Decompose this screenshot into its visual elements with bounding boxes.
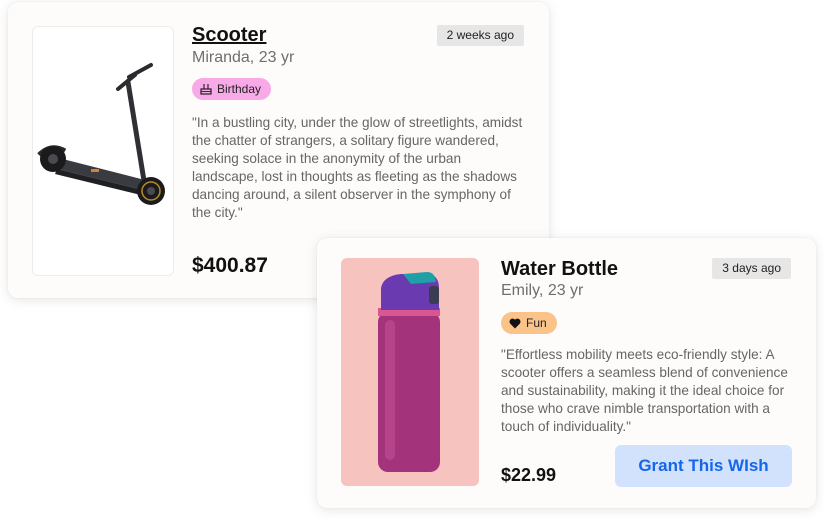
- posted-time-badge: 2 weeks ago: [436, 25, 524, 46]
- grant-wish-button[interactable]: Grant This WIsh: [615, 445, 792, 487]
- wish-card-water-bottle[interactable]: Water Bottle Emily, 23 yr 3 days ago Fun…: [317, 238, 816, 508]
- cake-icon: [200, 83, 212, 95]
- wish-title[interactable]: Scooter: [192, 24, 266, 47]
- wish-price: $400.87: [192, 254, 268, 277]
- recipient-info: Miranda, 23 yr: [192, 49, 295, 66]
- product-image-water-bottle: [341, 258, 479, 486]
- occasion-tag: Birthday: [192, 78, 272, 100]
- wish-title[interactable]: Water Bottle: [501, 258, 618, 281]
- product-image-scooter: [32, 26, 174, 276]
- wish-description: "Effortless mobility meets eco-friendly …: [501, 347, 788, 434]
- occasion-tag-label: Fun: [526, 316, 547, 330]
- wish-description: "In a bustling city, under the glow of s…: [192, 115, 523, 220]
- posted-time-badge: 3 days ago: [712, 258, 791, 279]
- occasion-tag-label: Birthday: [217, 82, 262, 96]
- occasion-tag: Fun: [501, 312, 557, 334]
- wish-price: $22.99: [501, 465, 557, 485]
- recipient-info: Emily, 23 yr: [501, 282, 584, 299]
- heart-icon: [509, 318, 521, 329]
